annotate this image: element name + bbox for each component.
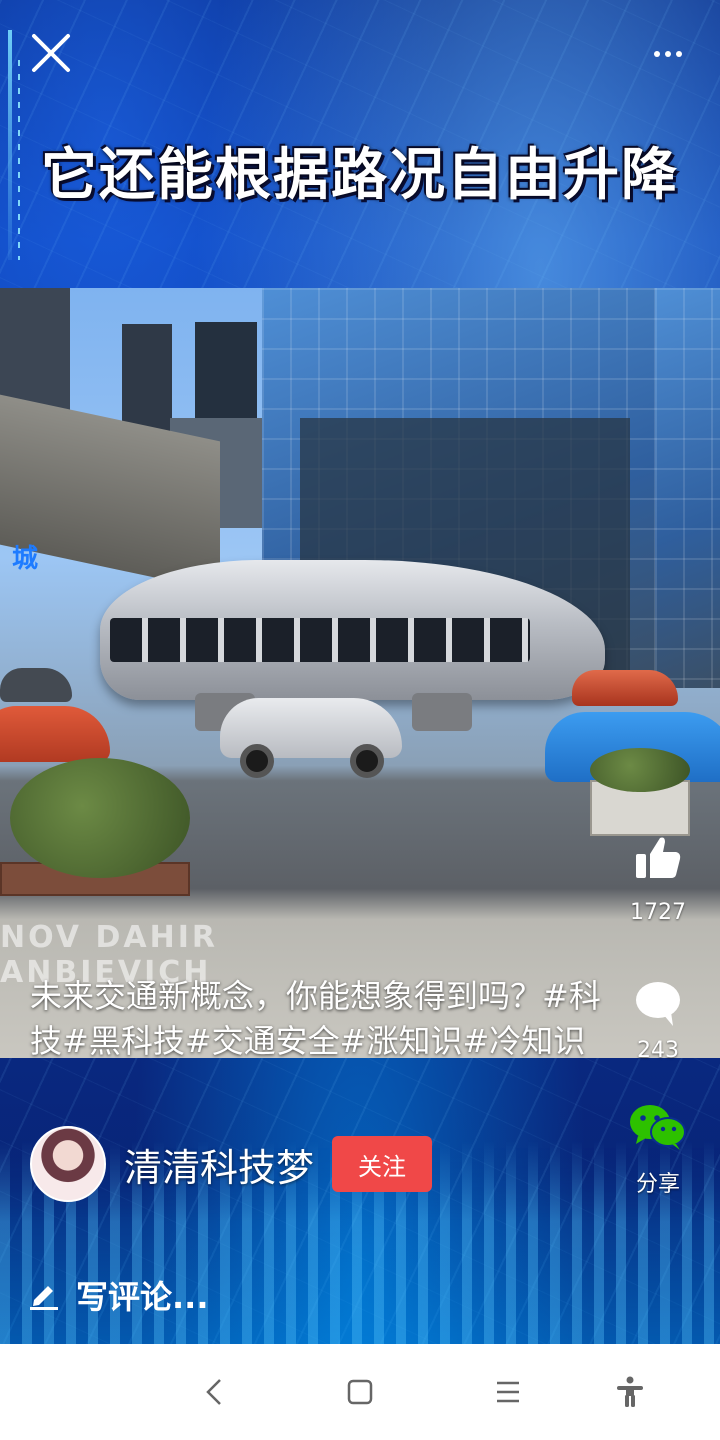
- home-button[interactable]: [340, 1374, 380, 1410]
- pencil-icon: [30, 1286, 58, 1310]
- accessibility-button[interactable]: [610, 1374, 650, 1410]
- thumbs-up-icon: [636, 837, 681, 878]
- recents-button[interactable]: [488, 1374, 528, 1410]
- author-name[interactable]: 清清科技梦: [124, 1137, 314, 1192]
- comment-button[interactable]: 243: [618, 974, 698, 1063]
- accessibility-icon: [617, 1376, 643, 1407]
- close-icon: [32, 34, 70, 72]
- video-caption: 它还能根据路况自由升降: [41, 143, 679, 208]
- video-frame: 城 NOV DAHIR ANBIEVICH: [0, 288, 720, 1058]
- home-icon: [347, 1379, 373, 1405]
- share-label: 分享: [635, 1172, 680, 1197]
- more-icon: [654, 51, 660, 57]
- wechat-icon: [630, 1105, 686, 1150]
- post-description[interactable]: 未来交通新概念，你能想象得到吗？#科技#黑科技#交通安全#涨知识#冷知识: [30, 974, 605, 1064]
- comment-count: 243: [637, 1038, 679, 1063]
- author-row: 清清科技梦 关注: [30, 1126, 433, 1202]
- comment-bubble-icon: [636, 982, 680, 1026]
- more-options-button[interactable]: [638, 34, 698, 74]
- like-count: 1727: [630, 900, 686, 925]
- system-navigation-bar: [0, 1344, 720, 1440]
- avatar[interactable]: [30, 1126, 106, 1202]
- comment-placeholder: 写评论...: [76, 1278, 209, 1316]
- close-button[interactable]: [28, 30, 74, 76]
- like-button[interactable]: 1727: [618, 828, 698, 925]
- back-button[interactable]: [194, 1374, 234, 1410]
- back-icon: [206, 1379, 221, 1405]
- menu-icon: [497, 1381, 519, 1403]
- write-comment-input[interactable]: 写评论...: [30, 1270, 208, 1320]
- share-button[interactable]: 分享: [618, 1102, 698, 1197]
- follow-button[interactable]: 关注: [332, 1136, 433, 1192]
